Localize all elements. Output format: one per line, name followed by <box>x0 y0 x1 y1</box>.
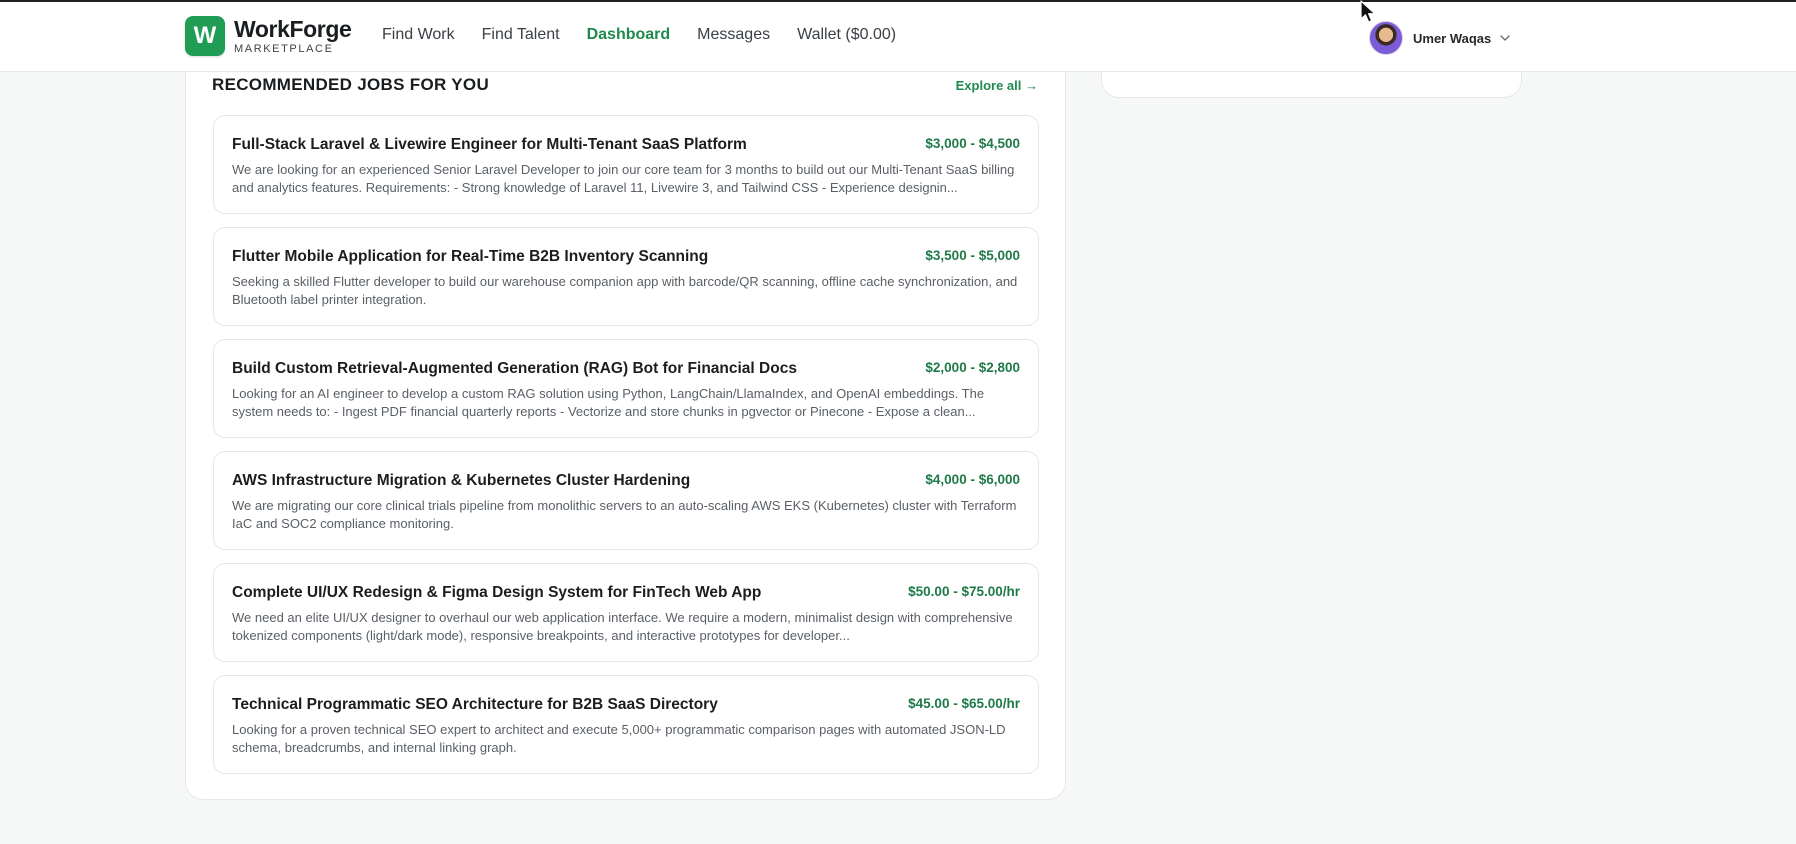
main-nav: Find Work Find Talent Dashboard Messages… <box>382 26 923 44</box>
nav-messages[interactable]: Messages <box>697 26 770 44</box>
job-description: Looking for a proven technical SEO exper… <box>232 722 1006 755</box>
job-description: Seeking a skilled Flutter developer to b… <box>232 274 1018 307</box>
job-description: Looking for an AI engineer to develop a … <box>232 386 985 419</box>
job-card[interactable]: Complete UI/UX Redesign & Figma Design S… <box>213 563 1039 662</box>
section-header: RECOMMENDED JOBS FOR YOU Explore all → <box>212 75 1038 95</box>
job-card[interactable]: AWS Infrastructure Migration & Kubernete… <box>213 451 1039 550</box>
job-rate: $3,500 - $5,000 <box>925 248 1020 263</box>
explore-all-link[interactable]: Explore all → <box>956 78 1038 93</box>
job-rate: $50.00 - $75.00/hr <box>908 584 1020 599</box>
user-name: Umer Waqas <box>1413 30 1492 46</box>
nav-find-talent[interactable]: Find Talent <box>482 26 560 44</box>
job-rate: $4,000 - $6,000 <box>925 472 1020 487</box>
job-title[interactable]: AWS Infrastructure Migration & Kubernete… <box>232 472 1020 490</box>
job-title[interactable]: Complete UI/UX Redesign & Figma Design S… <box>232 584 1020 602</box>
brand-logo[interactable]: W WorkForge MARKETPLACE <box>185 15 352 56</box>
chevron-down-icon <box>1500 35 1510 41</box>
nav-find-work[interactable]: Find Work <box>382 26 455 44</box>
job-description: We are looking for an experienced Senior… <box>232 162 1015 195</box>
job-list: Full-Stack Laravel & Livewire Engineer f… <box>213 115 1039 787</box>
job-title[interactable]: Build Custom Retrieval-Augmented Generat… <box>232 360 1020 378</box>
job-card[interactable]: Build Custom Retrieval-Augmented Generat… <box>213 339 1039 438</box>
job-card[interactable]: Technical Programmatic SEO Architecture … <box>213 675 1039 774</box>
nav-dashboard[interactable]: Dashboard <box>587 26 671 44</box>
mouse-cursor-icon <box>1360 0 1376 23</box>
nav-wallet[interactable]: Wallet ($0.00) <box>797 26 896 44</box>
section-title: RECOMMENDED JOBS FOR YOU <box>212 75 490 94</box>
logo-text: WorkForge MARKETPLACE <box>234 15 352 55</box>
job-title[interactable]: Flutter Mobile Application for Real-Time… <box>232 248 1020 266</box>
job-rate: $3,000 - $4,500 <box>925 136 1020 151</box>
job-description: We are migrating our core clinical trial… <box>232 498 1017 531</box>
top-navigation-bar: W WorkForge MARKETPLACE Find Work Find T… <box>0 2 1796 72</box>
user-menu[interactable]: Umer Waqas <box>1369 21 1511 55</box>
job-title[interactable]: Technical Programmatic SEO Architecture … <box>232 696 1020 714</box>
brand-name: WorkForge <box>234 15 352 42</box>
job-card[interactable]: Flutter Mobile Application for Real-Time… <box>213 227 1039 326</box>
job-description: We need an elite UI/UX designer to overh… <box>232 610 1013 643</box>
logo-mark-icon: W <box>185 16 225 56</box>
job-card[interactable]: Full-Stack Laravel & Livewire Engineer f… <box>213 115 1039 214</box>
brand-subtitle: MARKETPLACE <box>234 42 334 55</box>
job-title[interactable]: Full-Stack Laravel & Livewire Engineer f… <box>232 136 1020 154</box>
avatar <box>1369 21 1403 55</box>
job-rate: $2,000 - $2,800 <box>925 360 1020 375</box>
job-rate: $45.00 - $65.00/hr <box>908 696 1020 711</box>
